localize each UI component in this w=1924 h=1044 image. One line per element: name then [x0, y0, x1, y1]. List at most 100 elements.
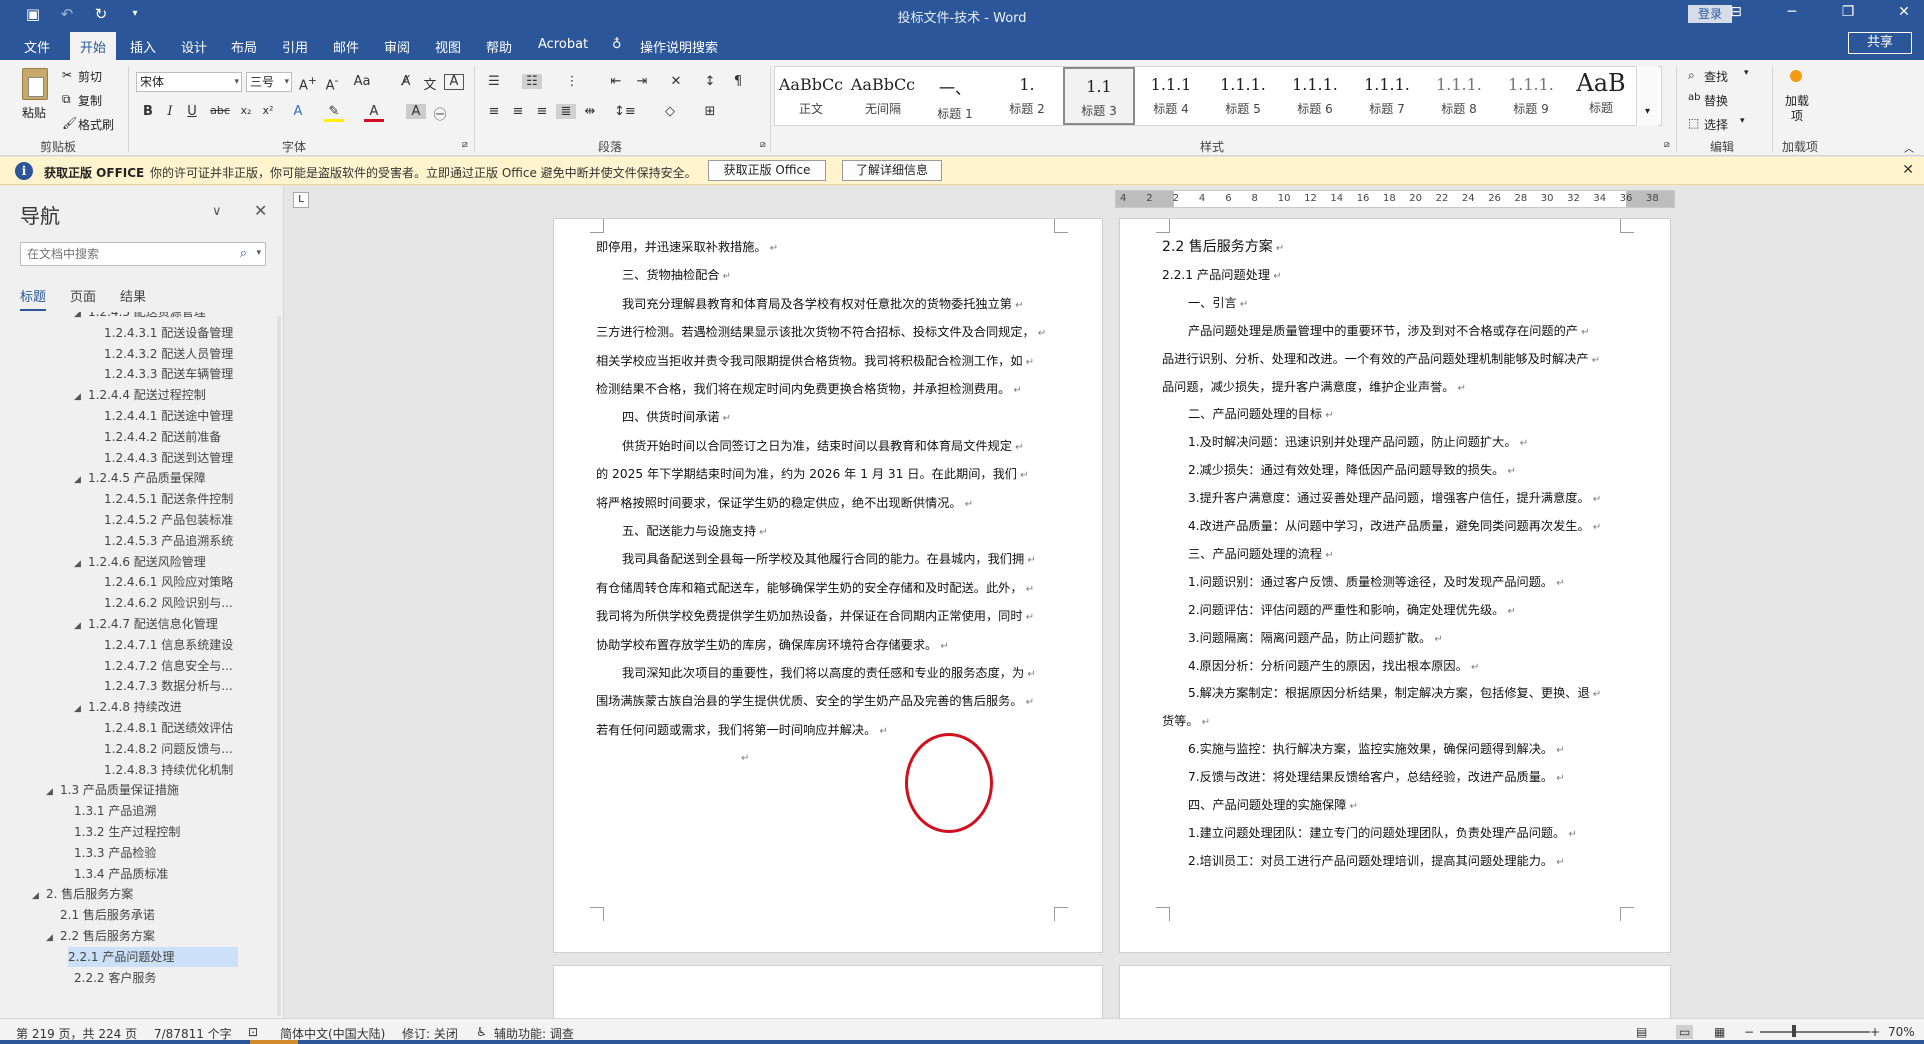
- page-right[interactable]: 2.2 售后服务方案 ↵ 2.2.1 产品问题处理 ↵ 一、引言 ↵ 产品问题处理是质…: [1119, 218, 1671, 953]
- tab-home[interactable]: 开始: [70, 32, 117, 60]
- nav-tree-item[interactable]: 1.2.4.5.1 配送条件控制: [104, 489, 233, 509]
- tab-acrobat[interactable]: Acrobat: [538, 37, 588, 52]
- nav-tree-item[interactable]: 1.2.4.3.2 配送人员管理: [104, 344, 233, 364]
- highlight-icon[interactable]: ✎: [324, 104, 344, 122]
- select-button[interactable]: 选择: [1704, 116, 1728, 133]
- style-heading-4[interactable]: 1.1.1 标题 4: [1135, 67, 1207, 125]
- nav-tree-item[interactable]: ◢ 1.2.4.5 产品质量保障: [74, 468, 206, 488]
- justify-icon[interactable]: ≣: [556, 104, 576, 119]
- collapse-ribbon-icon[interactable]: ︿: [1904, 140, 1914, 155]
- chevron-down-icon[interactable]: ∨: [212, 204, 222, 219]
- tab-mailings[interactable]: 邮件: [333, 37, 359, 56]
- nav-tree-item[interactable]: 2.2.2 客户服务: [74, 968, 156, 988]
- nav-tree-item[interactable]: 2.1 售后服务承诺: [60, 905, 155, 925]
- tab-file[interactable]: 文件: [24, 37, 50, 56]
- nav-tree-item[interactable]: 1.2.4.3.3 配送车辆管理: [104, 364, 233, 384]
- font-dialog-launcher-icon[interactable]: ⧄: [462, 140, 468, 150]
- style-heading-3[interactable]: 1.1 标题 3: [1063, 67, 1135, 125]
- replace-button[interactable]: 替换: [1704, 92, 1728, 109]
- underline-icon[interactable]: U: [182, 104, 202, 119]
- chevron-down-icon[interactable]: ▾: [1740, 116, 1745, 126]
- format-painter-icon[interactable]: 🖌: [62, 116, 77, 130]
- copy-icon[interactable]: ⧉: [62, 92, 71, 107]
- addins-icon[interactable]: [1790, 70, 1802, 82]
- nav-tree-item[interactable]: 2.2.1 产品问题处理: [68, 946, 238, 967]
- zoom-out-icon[interactable]: −: [1744, 1025, 1754, 1039]
- bold-icon[interactable]: B: [138, 104, 158, 119]
- chevron-down-icon[interactable]: ▾: [256, 248, 261, 258]
- collapse-triangle-icon[interactable]: ◢: [74, 616, 88, 636]
- styles-dialog-launcher-icon[interactable]: ⧄: [1664, 140, 1670, 150]
- zoom-slider-thumb[interactable]: [1792, 1025, 1796, 1037]
- style-title[interactable]: AaB 标题: [1567, 67, 1635, 125]
- style-heading-1[interactable]: 一、 标题 1: [919, 67, 991, 125]
- italic-icon[interactable]: I: [160, 104, 180, 119]
- style-heading-9[interactable]: 1.1.1. 标题 9: [1495, 67, 1567, 125]
- char-border-icon[interactable]: A: [444, 74, 464, 90]
- restore-icon[interactable]: ❐: [1838, 4, 1858, 20]
- zoom-slider[interactable]: [1760, 1031, 1870, 1033]
- format-painter-button[interactable]: 格式刷: [78, 116, 114, 133]
- print-layout-icon[interactable]: ▭: [1676, 1025, 1694, 1039]
- nav-tree-item[interactable]: 1.2.4.5.3 产品追溯系统: [104, 531, 233, 551]
- nav-tree-item[interactable]: 1.2.4.8.2 问题反馈与...: [104, 739, 233, 759]
- nav-tree-item[interactable]: 1.2.4.4.3 配送到达管理: [104, 448, 233, 468]
- nav-tree-item[interactable]: 1.2.4.7.3 数据分析与...: [104, 676, 233, 696]
- align-center-icon[interactable]: ≡: [508, 104, 528, 119]
- phonetic-guide-icon[interactable]: 文: [420, 74, 440, 93]
- nav-tree-item[interactable]: 1.2.4.7.1 信息系统建设: [104, 635, 233, 655]
- line-spacing-icon[interactable]: ↕≡: [614, 104, 636, 119]
- tab-insert[interactable]: 插入: [130, 37, 156, 56]
- learn-more-button[interactable]: 了解详细信息: [842, 160, 942, 181]
- collapse-triangle-icon[interactable]: ◢: [74, 470, 88, 490]
- tab-design[interactable]: 设计: [181, 37, 207, 56]
- collapse-triangle-icon[interactable]: ◢: [46, 928, 60, 948]
- nav-tree-item[interactable]: 1.2.4.7.2 信息安全与...: [104, 656, 233, 676]
- tab-view[interactable]: 视图: [435, 37, 461, 56]
- zoom-level[interactable]: 70%: [1888, 1025, 1915, 1039]
- chinese-layout-icon[interactable]: ✕: [666, 74, 686, 89]
- paragraph-dialog-launcher-icon[interactable]: ⧄: [760, 140, 766, 150]
- page-next-left[interactable]: [553, 965, 1103, 1018]
- nav-tree-item[interactable]: 1.3.3 产品检验: [74, 843, 156, 863]
- style-heading-7[interactable]: 1.1.1. 标题 7: [1351, 67, 1423, 125]
- page-left[interactable]: 即停用，并迅速采取补救措施。 ↵ 三、货物抽检配合 ↵ 我司充分理解县教育和体育局及…: [553, 218, 1103, 953]
- enclose-char-icon[interactable]: ㊀: [430, 104, 450, 123]
- cut-icon[interactable]: ✂: [62, 68, 72, 82]
- tab-layout[interactable]: 布局: [231, 37, 257, 56]
- nav-tree-item[interactable]: 1.2.4.4.1 配送途中管理: [104, 406, 233, 426]
- horizontal-ruler[interactable]: 4 2 2 4 6 8 10 12 14 16 18 20 22 24 26 28 30 32 34 36 38: [1115, 190, 1675, 208]
- cut-button[interactable]: 剪切: [78, 68, 102, 85]
- web-layout-icon[interactable]: ▦: [1714, 1025, 1725, 1039]
- nav-tree-item[interactable]: ◢ 1.2.4.4 配送过程控制: [74, 385, 206, 405]
- nav-search-input[interactable]: [21, 243, 221, 265]
- nav-tab-headings[interactable]: 标题: [20, 286, 47, 311]
- nav-tree-item[interactable]: 1.2.4.8.1 配送绩效评估: [104, 718, 233, 738]
- collapse-triangle-icon[interactable]: ◢: [46, 782, 60, 802]
- tab-review[interactable]: 审阅: [384, 37, 410, 56]
- collapse-triangle-icon[interactable]: ◢: [32, 886, 46, 906]
- style-heading-6[interactable]: 1.1.1. 标题 6: [1279, 67, 1351, 125]
- tab-help[interactable]: 帮助: [486, 37, 512, 56]
- paste-icon[interactable]: [22, 68, 48, 100]
- nav-tree-item[interactable]: ◢ 1.2.4.6 配送风险管理: [74, 552, 206, 572]
- nav-tab-pages[interactable]: 页面: [70, 286, 96, 311]
- replace-icon[interactable]: ab: [1688, 92, 1700, 103]
- nav-tree-item[interactable]: 1.2.4.3.1 配送设备管理: [104, 323, 233, 343]
- nav-tree-item[interactable]: 1.2.4.8.3 持续优化机制: [104, 760, 233, 780]
- style-no-spacing[interactable]: AaBbCc 无间隔: [847, 67, 919, 125]
- strikethrough-icon[interactable]: abc: [210, 104, 230, 117]
- nav-tree-item[interactable]: 1.3.2 生产过程控制: [74, 822, 180, 842]
- copy-button[interactable]: 复制: [78, 92, 102, 109]
- close-icon[interactable]: ✕: [1902, 162, 1914, 178]
- collapse-triangle-icon[interactable]: ◢: [74, 554, 88, 574]
- collapse-triangle-icon[interactable]: ◢: [74, 699, 88, 719]
- nav-tree-item[interactable]: ◢ 1.2.4.3 配送资源管理: [74, 312, 206, 322]
- accessibility-icon[interactable]: ♿: [476, 1025, 487, 1039]
- multilevel-list-icon[interactable]: ⋮: [562, 74, 582, 89]
- font-size-combo[interactable]: 三号 ▾: [246, 72, 292, 92]
- style-heading-5[interactable]: 1.1.1. 标题 5: [1207, 67, 1279, 125]
- decrease-indent-icon[interactable]: ⇤: [606, 74, 626, 89]
- page-next-right[interactable]: [1119, 965, 1671, 1018]
- shrink-font-icon[interactable]: A-: [322, 74, 342, 93]
